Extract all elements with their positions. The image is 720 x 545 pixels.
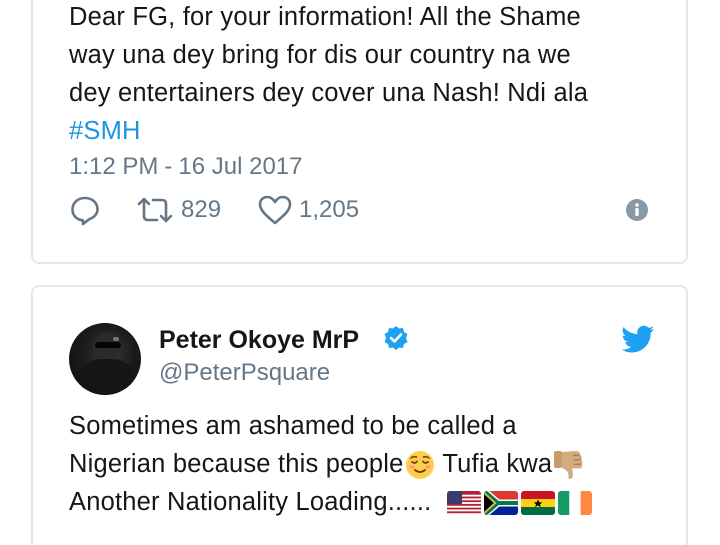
user-handle[interactable]: @PeterPsquare <box>159 359 330 387</box>
heart-icon <box>258 195 292 225</box>
tweet-time: 1:12 PM <box>69 153 159 180</box>
tweet-card-2[interactable]: Peter Okoye MrP @PeterPsquare Sometimes … <box>31 285 688 545</box>
ghana-flag <box>520 491 555 516</box>
flags-group <box>446 491 592 516</box>
verified-icon <box>384 326 408 350</box>
reply-icon <box>71 196 99 226</box>
tweet-card-1[interactable]: Dear FG, for your information! All the S… <box>31 0 688 264</box>
tweet-text-line: Another Nationality Loading...... <box>69 483 679 521</box>
reply-button[interactable] <box>69 194 101 226</box>
like-count: 1,205 <box>299 196 360 223</box>
south-africa-flag <box>483 491 518 516</box>
display-name[interactable]: Peter Okoye MrP <box>159 326 359 355</box>
retweet-button[interactable]: 829 <box>135 194 221 226</box>
info-icon[interactable] <box>625 198 649 222</box>
avatar[interactable] <box>69 323 141 395</box>
hashtag-link[interactable]: #SMH <box>69 112 669 150</box>
us-flag <box>446 491 481 516</box>
relieved-face-emoji <box>405 451 434 480</box>
tweet-text: Dear FG, for your information! All the S… <box>69 0 669 150</box>
tweet-text-line: Nigerian because this people Tufia kwa <box>69 445 679 483</box>
like-button[interactable]: 1,205 <box>257 194 359 226</box>
thumbs-down-emoji <box>554 451 583 480</box>
tweet-timestamp[interactable]: 1:12 PM -16 Jul 2017 <box>69 153 303 181</box>
tweet-text-line: dey entertainers dey cover una Nash! Ndi… <box>69 79 589 107</box>
twitter-bird-icon[interactable] <box>621 325 655 355</box>
tweet-text-line: way una dey bring for dis our country na… <box>69 41 571 69</box>
tweet-date: 16 Jul 2017 <box>178 153 303 180</box>
tweet-text: Sometimes am ashamed to be called a Nige… <box>69 407 679 521</box>
tweet-actions: 829 1,205 <box>69 194 649 228</box>
tweet-text-line: Sometimes am ashamed to be called a <box>69 412 517 440</box>
tweet-text-segment: Another Nationality Loading...... <box>69 488 432 516</box>
tweet-text-segment: Tufia kwa <box>442 450 553 478</box>
ireland-flag <box>557 491 592 516</box>
tweet-text-segment: Nigerian because this people <box>69 450 404 478</box>
retweet-icon <box>137 197 173 223</box>
tweet-text-line: Dear FG, for your information! All the S… <box>69 3 581 31</box>
retweet-count: 829 <box>181 196 222 223</box>
